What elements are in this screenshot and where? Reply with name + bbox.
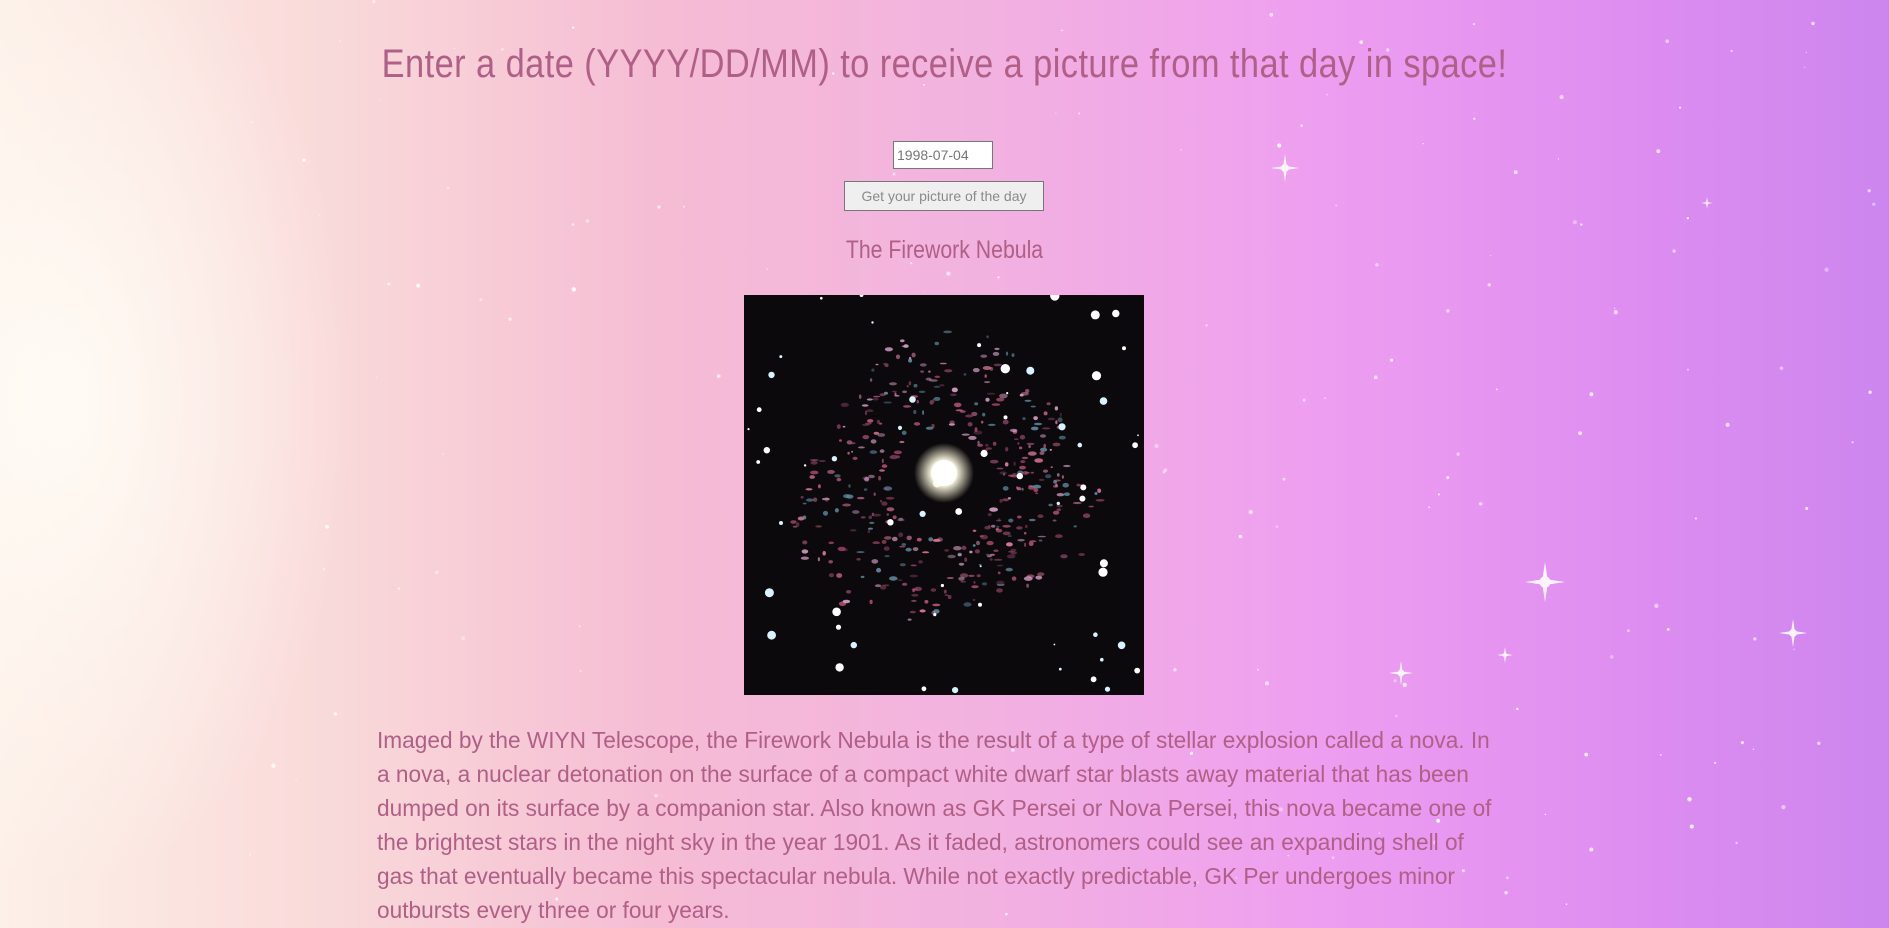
picture-explanation: Imaged by the WIYN Telescope, the Firewo… — [377, 727, 1492, 923]
picture-title: The Firework Nebula — [845, 236, 1044, 264]
nebula-image — [744, 295, 1144, 695]
page: Enter a date (YYYY/DD/MM) to receive a p… — [0, 0, 1889, 928]
page-heading: Enter a date (YYYY/DD/MM) to receive a p… — [381, 42, 1508, 86]
get-picture-button[interactable]: Get your picture of the day — [844, 181, 1044, 211]
date-input[interactable] — [893, 141, 993, 169]
